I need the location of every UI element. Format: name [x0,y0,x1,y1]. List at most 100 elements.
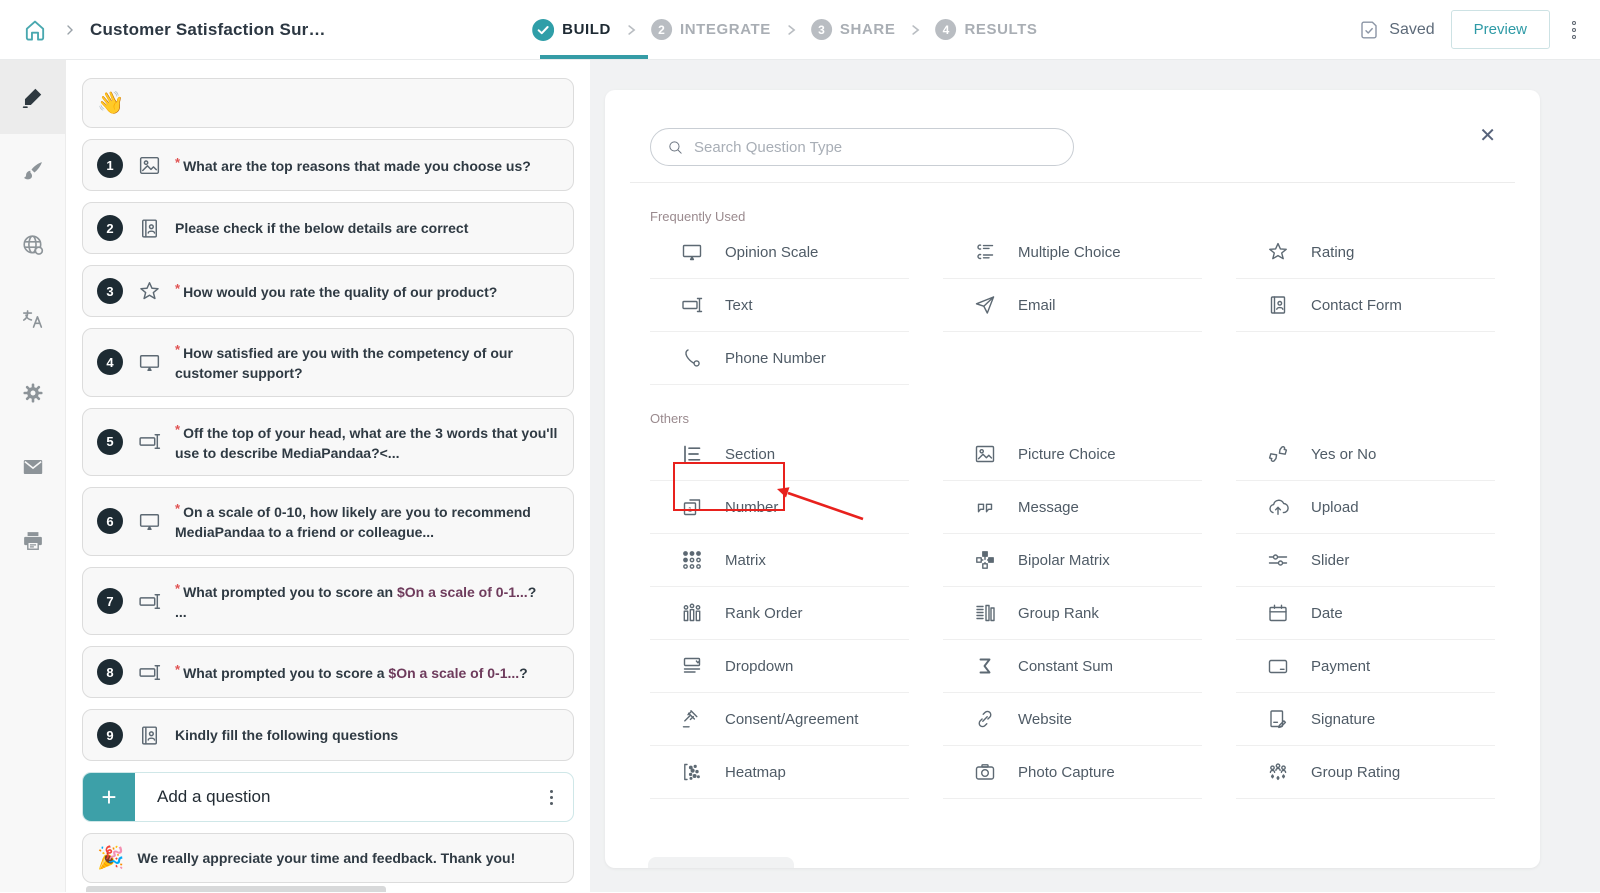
welcome-card[interactable]: 👋 [82,78,574,128]
question-card-3[interactable]: 3 *How would you rate the quality of our… [82,265,574,317]
step-chevron-icon [785,23,797,37]
step-build[interactable]: BUILD [532,19,611,41]
contact-form-icon [136,216,162,241]
question-number-badge: 6 [97,508,123,534]
qtype-dropdown[interactable]: Dropdown [650,640,909,693]
qtype-opinion-scale[interactable]: Opinion Scale [650,226,909,279]
qtype-email[interactable]: Email [943,279,1202,332]
qtype-photo-capture[interactable]: Photo Capture [943,746,1202,799]
step-number-badge: 3 [811,19,832,40]
question-text: *On a scale of 0-10, how likely are you … [175,500,559,543]
search-input[interactable] [694,139,1057,156]
question-card-1[interactable]: 1 *What are the top reasons that made yo… [82,139,574,191]
empty-cell [943,332,1202,385]
qtype-heatmap[interactable]: Heatmap [650,746,909,799]
qtype-picture-choice[interactable]: Picture Choice [943,428,1202,481]
question-number-badge: 5 [97,429,123,455]
photo-capture-icon [973,760,997,784]
qtype-matrix[interactable]: Matrix [650,534,909,587]
question-number-badge: 2 [97,215,123,241]
next-row-partial [648,857,794,868]
text-icon [680,293,704,317]
thankyou-card[interactable]: 🎉 We really appreciate your time and fee… [82,833,574,883]
qtype-consent-agreement[interactable]: Consent/Agreement [650,693,909,746]
home-button[interactable] [20,15,50,45]
add-question-kebab-menu[interactable] [529,773,573,821]
question-number-badge: 8 [97,659,123,685]
bipolar-matrix-icon [973,548,997,572]
qtype-contact-form[interactable]: Contact Form [1236,279,1495,332]
sidebar-item-language[interactable] [0,208,65,282]
question-text: *How would you rate the quality of our p… [175,280,497,302]
qtype-rating[interactable]: Rating [1236,226,1495,279]
sidebar-item-settings[interactable] [0,356,65,430]
step-share[interactable]: 3 SHARE [811,19,896,40]
globe-icon [20,232,46,258]
question-text: *What are the top reasons that made you … [175,154,531,176]
qtype-website[interactable]: Website [943,693,1202,746]
qtype-upload[interactable]: Upload [1236,481,1495,534]
question-card-9[interactable]: 9 Kindly fill the following questions [82,709,574,761]
qtype-number[interactable]: 1 Number [650,481,909,534]
preview-button[interactable]: Preview [1451,10,1550,49]
question-card-7[interactable]: 7 *What prompted you to score an $On a s… [82,567,574,636]
rating-star-icon [136,279,162,304]
saved-label: Saved [1389,21,1434,39]
others-grid: Section Picture Choice Yes or No 1 Numbe… [650,428,1495,799]
group-rating-icon [1266,760,1290,784]
save-check-icon [1357,18,1381,42]
step-integrate[interactable]: 2 INTEGRATE [651,19,771,40]
question-text: *What prompted you to score an $On a sca… [175,580,536,623]
work-area: ✕ Frequently Used Opinion Scale Multiple… [590,60,1600,892]
heatmap-icon [680,760,704,784]
qtype-bipolar-matrix[interactable]: Bipolar Matrix [943,534,1202,587]
qtype-section[interactable]: Section [650,428,909,481]
step-label: BUILD [562,21,611,38]
picture-choice-icon [973,442,997,466]
question-number-badge: 1 [97,152,123,178]
qtype-phone-number[interactable]: Phone Number [650,332,909,385]
section-title-frequently-used: Frequently Used [650,209,1495,224]
qtype-signature[interactable]: Signature [1236,693,1495,746]
question-card-2[interactable]: 2 Please check if the below details are … [82,202,574,254]
close-icon[interactable]: ✕ [1479,126,1496,146]
qtype-message[interactable]: Message [943,481,1202,534]
saved-status: Saved [1357,18,1434,42]
qtype-rank-order[interactable]: Rank Order [650,587,909,640]
header-kebab-menu[interactable] [1566,17,1582,43]
contact-form-icon [1266,293,1290,317]
sidebar-item-email[interactable] [0,430,65,504]
qtype-group-rating[interactable]: Group Rating [1236,746,1495,799]
qtype-yes-or-no[interactable]: Yes or No [1236,428,1495,481]
step-chevron-icon [909,23,921,37]
step-label: RESULTS [964,21,1037,38]
step-number-badge: 4 [935,19,956,40]
paintbrush-icon [20,158,46,184]
qtype-constant-sum[interactable]: Constant Sum [943,640,1202,693]
group-rank-icon [973,601,997,625]
qtype-slider[interactable]: Slider [1236,534,1495,587]
sidebar-item-translate[interactable] [0,282,65,356]
question-card-5[interactable]: 5 *Off the top of your head, what are th… [82,408,574,477]
qtype-date[interactable]: Date [1236,587,1495,640]
question-card-8[interactable]: 8 *What prompted you to score a $On a sc… [82,646,574,698]
qtype-payment[interactable]: Payment [1236,640,1495,693]
step-results[interactable]: 4 RESULTS [935,19,1037,40]
question-card-6[interactable]: 6 *On a scale of 0-10, how likely are yo… [82,487,574,556]
waving-hand-emoji: 👋 [97,92,124,114]
qtype-text[interactable]: Text [650,279,909,332]
sidebar-item-print[interactable] [0,504,65,578]
add-question-button[interactable]: + Add a question [82,772,574,822]
consent-gavel-icon [680,707,704,731]
opinion-scale-icon [136,509,162,534]
sidebar-item-build-editor[interactable] [0,60,65,134]
active-step-underline [540,55,648,59]
qtype-group-rank[interactable]: Group Rank [943,587,1202,640]
sidebar-item-design[interactable] [0,134,65,208]
section-title-others: Others [650,411,1495,426]
qtype-multiple-choice[interactable]: Multiple Choice [943,226,1202,279]
survey-title[interactable]: Customer Satisfaction Sur… [90,20,326,40]
party-popper-emoji: 🎉 [97,847,124,869]
question-card-4[interactable]: 4 *How satisfied are you with the compet… [82,328,574,397]
question-number-badge: 3 [97,278,123,304]
